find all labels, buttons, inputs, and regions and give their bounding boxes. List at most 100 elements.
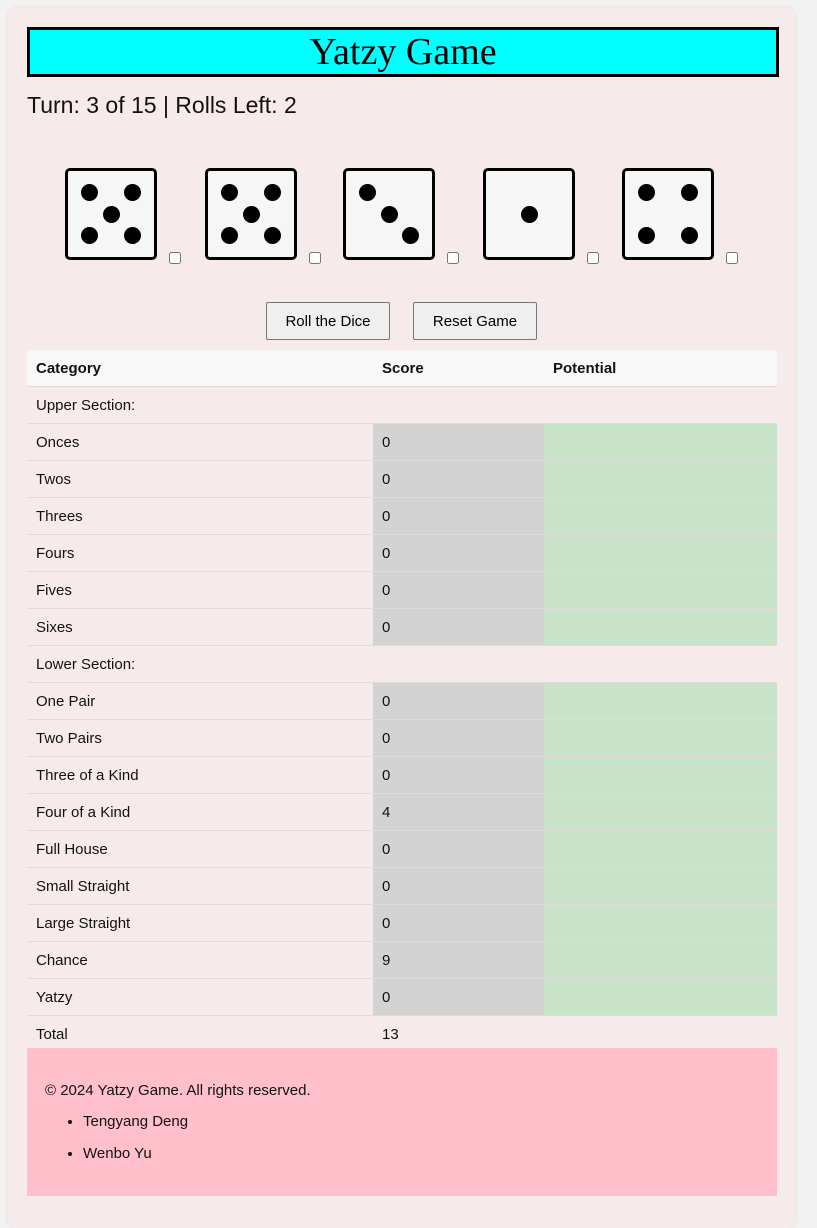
die-pip [124, 184, 141, 201]
score-cell: 0 [373, 756, 544, 794]
category-name: Sixes [27, 608, 373, 646]
die-pip [638, 184, 655, 201]
potential-cell[interactable] [544, 534, 777, 572]
reset-game-button[interactable]: Reset Game [413, 302, 537, 340]
die[interactable] [622, 168, 714, 260]
table-row[interactable]: Chance 9 [27, 941, 777, 979]
potential-cell[interactable] [544, 608, 777, 646]
die-pip [124, 227, 141, 244]
die-pip [242, 205, 260, 223]
die-pip [638, 227, 655, 244]
die-pip [81, 184, 98, 201]
potential-cell[interactable] [544, 867, 777, 905]
potential-cell[interactable] [544, 904, 777, 942]
score-cell: 0 [373, 423, 544, 461]
scorecard-table: Category Score Potential Upper Section: … [27, 350, 777, 1053]
roll-dice-button[interactable]: Roll the Dice [266, 302, 390, 340]
score-cell: 0 [373, 830, 544, 868]
score-cell: 0 [373, 904, 544, 942]
score-cell: 0 [373, 867, 544, 905]
die-pip [81, 227, 98, 244]
table-row[interactable]: Small Straight 0 [27, 867, 777, 905]
table-row[interactable]: Fours 0 [27, 534, 777, 572]
table-row[interactable]: Yatzy 0 [27, 978, 777, 1016]
table-row[interactable]: Sixes 0 [27, 608, 777, 646]
table-row[interactable]: Large Straight 0 [27, 904, 777, 942]
category-name: Large Straight [27, 904, 373, 942]
score-cell: 4 [373, 793, 544, 831]
table-row[interactable]: Onces 0 [27, 423, 777, 461]
table-row[interactable]: Three of a Kind 0 [27, 756, 777, 794]
author-list: Tengyang Deng Wenbo Yu [45, 1112, 188, 1176]
dice-row [8, 168, 795, 278]
die-slot [65, 168, 190, 278]
table-header-row: Category Score Potential [27, 350, 777, 387]
potential-cell[interactable] [544, 571, 777, 609]
category-name: Four of a Kind [27, 793, 373, 831]
category-name: Fives [27, 571, 373, 609]
hold-checkbox[interactable] [587, 252, 599, 264]
die-pip [102, 205, 120, 223]
potential-cell[interactable] [544, 460, 777, 498]
score-cell: 0 [373, 608, 544, 646]
total-row: Total 13 [27, 1015, 777, 1053]
category-name: Twos [27, 460, 373, 498]
die[interactable] [65, 168, 157, 260]
potential-cell[interactable] [544, 423, 777, 461]
category-name: Onces [27, 423, 373, 461]
category-name: Chance [27, 941, 373, 979]
die-pip [681, 184, 698, 201]
category-name: Yatzy [27, 978, 373, 1016]
page-title: Yatzy Game [27, 27, 779, 77]
table-row[interactable]: Two Pairs 0 [27, 719, 777, 757]
hold-checkbox[interactable] [726, 252, 738, 264]
author-item: Wenbo Yu [83, 1144, 188, 1176]
die[interactable] [343, 168, 435, 260]
die-pip [359, 184, 376, 201]
table-row[interactable]: Four of a Kind 4 [27, 793, 777, 831]
potential-cell[interactable] [544, 941, 777, 979]
hold-checkbox[interactable] [309, 252, 321, 264]
hold-checkbox[interactable] [447, 252, 459, 264]
table-row[interactable]: Threes 0 [27, 497, 777, 535]
potential-cell[interactable] [544, 978, 777, 1016]
die-pip [520, 205, 538, 223]
hold-checkbox[interactable] [169, 252, 181, 264]
score-cell: 0 [373, 534, 544, 572]
score-cell: 0 [373, 497, 544, 535]
category-name: Small Straight [27, 867, 373, 905]
score-cell: 0 [373, 460, 544, 498]
game-container: Yatzy Game Turn: 3 of 15 | Rolls Left: 2… [8, 8, 795, 1228]
potential-cell[interactable] [544, 497, 777, 535]
total-label: Total [27, 1015, 373, 1053]
table-row[interactable]: One Pair 0 [27, 682, 777, 720]
die-slot [343, 168, 468, 278]
total-empty [544, 1015, 777, 1053]
table-row[interactable]: Fives 0 [27, 571, 777, 609]
lower-section-row: Lower Section: [27, 645, 777, 683]
die-pip [402, 227, 419, 244]
total-value: 13 [373, 1015, 544, 1053]
die-slot [483, 168, 608, 278]
scorecard-body: Upper Section: Onces 0 Twos 0 Threes 0 F… [27, 386, 777, 1053]
upper-section-label: Upper Section: [27, 386, 777, 424]
potential-header: Potential [544, 350, 777, 387]
potential-cell[interactable] [544, 830, 777, 868]
footer: © 2024 Yatzy Game. All rights reserved. … [27, 1048, 777, 1196]
potential-cell[interactable] [544, 756, 777, 794]
category-name: Threes [27, 497, 373, 535]
category-name: Three of a Kind [27, 756, 373, 794]
die[interactable] [205, 168, 297, 260]
category-name: Fours [27, 534, 373, 572]
category-name: One Pair [27, 682, 373, 720]
die-slot [622, 168, 747, 278]
potential-cell[interactable] [544, 793, 777, 831]
score-cell: 9 [373, 941, 544, 979]
turn-status: Turn: 3 of 15 | Rolls Left: 2 [27, 92, 297, 118]
potential-cell[interactable] [544, 682, 777, 720]
table-row[interactable]: Full House 0 [27, 830, 777, 868]
die-pip [380, 205, 398, 223]
table-row[interactable]: Twos 0 [27, 460, 777, 498]
die[interactable] [483, 168, 575, 260]
potential-cell[interactable] [544, 719, 777, 757]
